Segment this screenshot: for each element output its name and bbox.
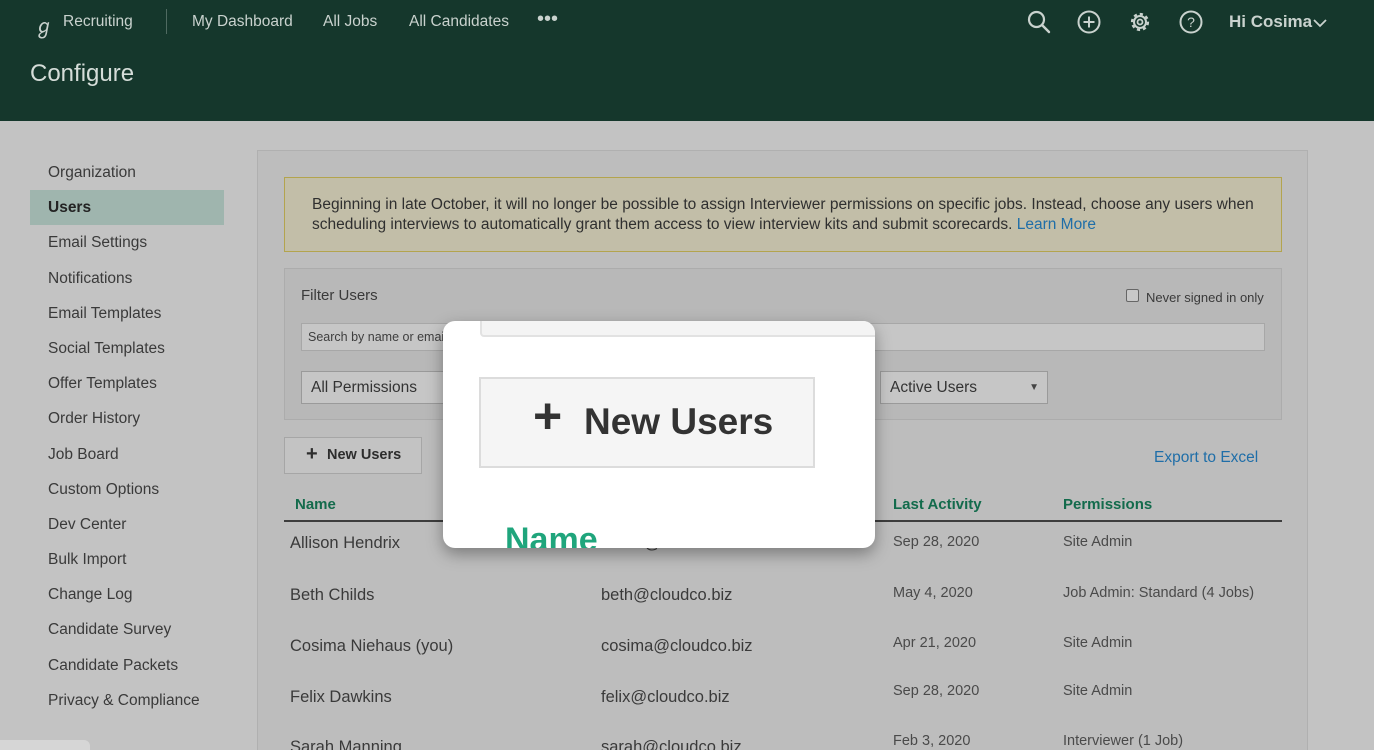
sidebar-item-privacy-compliance[interactable]: Privacy & Compliance (30, 683, 224, 718)
notice-banner: Beginning in late October, it will no lo… (284, 177, 1282, 252)
configure-sidebar: Organization Users Email Settings Notifi… (30, 155, 224, 718)
user-permissions: Site Admin (1063, 534, 1133, 550)
sidebar-item-email-templates[interactable]: Email Templates (30, 296, 224, 331)
new-users-button[interactable]: + New Users (284, 437, 422, 474)
more-menu-icon[interactable]: ••• (537, 8, 558, 31)
new-users-button-label: New Users (327, 447, 402, 463)
user-email: beth@cloudco.biz (601, 586, 733, 604)
user-last-activity: May 4, 2020 (893, 585, 973, 601)
zoomed-new-users-button[interactable]: + New Users (479, 377, 815, 468)
user-permissions: Site Admin (1063, 683, 1133, 699)
chevron-down-icon[interactable] (1312, 16, 1328, 28)
user-status-select[interactable]: Active Users ▼ (880, 371, 1048, 404)
svg-text:?: ? (1187, 14, 1195, 30)
sidebar-item-candidate-packets[interactable]: Candidate Packets (30, 648, 224, 683)
sidebar-item-candidate-survey[interactable]: Candidate Survey (30, 612, 224, 647)
nav-divider (166, 9, 167, 34)
page-title: Configure (30, 60, 135, 87)
column-header-name[interactable]: Name (295, 496, 336, 513)
notice-text: Beginning in late October, it will no lo… (312, 196, 1254, 233)
sidebar-item-change-log[interactable]: Change Log (30, 577, 224, 612)
user-greeting[interactable]: Hi Cosima (1229, 12, 1312, 32)
user-last-activity: Apr 21, 2020 (893, 635, 977, 651)
user-status-select-value: Active Users (890, 379, 977, 396)
add-circle-icon[interactable] (1076, 9, 1102, 35)
plus-icon: + (533, 388, 563, 444)
filter-users-label: Filter Users (301, 287, 378, 304)
user-name-link[interactable]: Sarah Manning (290, 738, 402, 750)
user-name-link[interactable]: Allison Hendrix (290, 534, 400, 553)
sidebar-item-order-history[interactable]: Order History (30, 401, 224, 436)
nav-all-jobs[interactable]: All Jobs (323, 13, 377, 31)
column-header-last-activity[interactable]: Last Activity (893, 496, 982, 513)
permissions-select-value: All Permissions (311, 379, 417, 396)
user-name-link[interactable]: Beth Childs (290, 586, 374, 605)
user-last-activity: Sep 28, 2020 (893, 683, 980, 699)
sidebar-item-email-settings[interactable]: Email Settings (30, 225, 224, 260)
zoomed-name-header: Name (505, 521, 598, 548)
sidebar-item-notifications[interactable]: Notifications (30, 261, 224, 296)
caret-down-icon: ▼ (1029, 382, 1039, 393)
user-name-link[interactable]: Cosima Niehaus (you) (290, 637, 453, 656)
sidebar-item-social-templates[interactable]: Social Templates (30, 331, 224, 366)
help-icon[interactable]: ? (1178, 9, 1204, 35)
sidebar-item-dev-center[interactable]: Dev Center (30, 507, 224, 542)
bottom-corner-overlay (0, 740, 90, 750)
zoom-callout: + New Users Name (443, 321, 875, 548)
user-last-activity: Sep 28, 2020 (893, 534, 980, 550)
sidebar-item-custom-options[interactable]: Custom Options (30, 472, 224, 507)
nav-all-candidates[interactable]: All Candidates (409, 13, 509, 31)
column-header-permissions[interactable]: Permissions (1063, 496, 1152, 513)
search-icon[interactable] (1026, 9, 1052, 35)
top-navigation-bar: ℊ Recruiting My Dashboard All Jobs All C… (0, 0, 1374, 121)
zoomed-new-users-label: New Users (584, 401, 774, 442)
greenhouse-logo-icon[interactable]: ℊ (34, 10, 54, 39)
never-signed-in-checkbox[interactable] (1126, 289, 1139, 302)
sidebar-item-users[interactable]: Users (30, 190, 224, 226)
user-permissions: Interviewer (1 Job) (1063, 733, 1184, 749)
gear-icon[interactable] (1127, 9, 1153, 35)
user-email: sarah@cloudco.biz (601, 738, 742, 750)
user-name-link[interactable]: Felix Dawkins (290, 688, 392, 707)
zoomed-search-input (480, 321, 875, 337)
plus-icon: + (306, 443, 318, 465)
user-email: cosima@cloudco.biz (601, 637, 753, 655)
brand-recruiting[interactable]: Recruiting (63, 13, 133, 31)
sidebar-item-job-board[interactable]: Job Board (30, 437, 224, 472)
sidebar-item-organization[interactable]: Organization (30, 155, 224, 190)
export-to-excel-link[interactable]: Export to Excel (1154, 449, 1258, 467)
sidebar-item-offer-templates[interactable]: Offer Templates (30, 366, 224, 401)
user-email: felix@cloudco.biz (601, 688, 730, 706)
learn-more-link[interactable]: Learn More (1017, 216, 1096, 233)
nav-my-dashboard[interactable]: My Dashboard (192, 13, 293, 31)
never-signed-in-label: Never signed in only (1146, 290, 1264, 305)
permissions-select[interactable]: All Permissions (301, 371, 451, 404)
user-last-activity: Feb 3, 2020 (893, 733, 971, 749)
sidebar-item-bulk-import[interactable]: Bulk Import (30, 542, 224, 577)
user-permissions: Job Admin: Standard (4 Jobs) (1063, 585, 1255, 601)
user-permissions: Site Admin (1063, 635, 1133, 651)
